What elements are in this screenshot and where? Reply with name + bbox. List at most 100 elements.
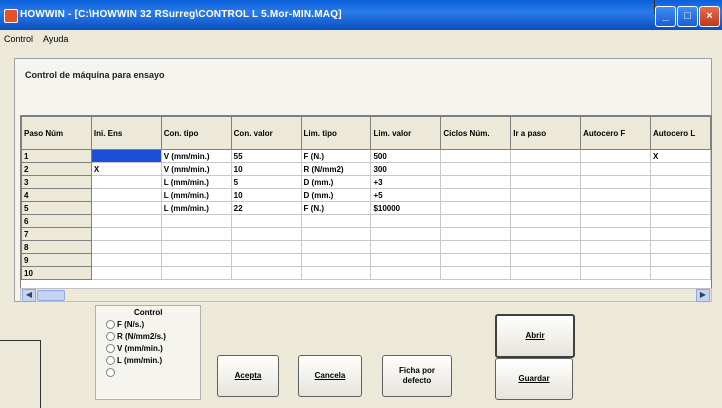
col-header-ciclos-num[interactable]: Ciclos Núm. [440, 116, 512, 150]
cell-ir-a-paso[interactable] [510, 253, 582, 267]
cell-con-tipo[interactable]: V (mm/min.) [160, 149, 232, 163]
table-row[interactable]: 5 L (mm/min.) 22 F (N.) $10000 [21, 201, 711, 215]
radio-control-l[interactable]: L (mm/min.) [106, 356, 162, 366]
radio-control-v[interactable]: V (mm/min.) [106, 344, 163, 354]
cell-autocero-l[interactable] [650, 188, 711, 202]
cell-ciclos-num[interactable] [440, 240, 512, 254]
row-header-cell[interactable]: 10 [21, 266, 92, 280]
cell-con-valor[interactable]: 10 [230, 162, 302, 176]
cell-ini-ens[interactable] [90, 214, 162, 228]
cell-autocero-l[interactable] [650, 214, 711, 228]
cell-ini-ens[interactable] [90, 149, 162, 163]
col-header-lim-valor[interactable]: Lim. valor [370, 116, 442, 150]
cell-autocero-f[interactable] [580, 201, 651, 215]
cell-lim-valor[interactable] [370, 227, 442, 241]
cell-ciclos-num[interactable] [440, 162, 512, 176]
cell-lim-tipo[interactable]: D (mm.) [300, 175, 372, 189]
row-header-cell[interactable]: 2 [21, 162, 92, 176]
radio-control-r[interactable]: R (N/mm2/s.) [106, 332, 166, 342]
cell-lim-tipo[interactable] [300, 253, 372, 267]
cell-ciclos-num[interactable] [440, 188, 512, 202]
cell-lim-tipo[interactable] [300, 214, 372, 228]
close-button[interactable]: × [699, 6, 720, 27]
table-row[interactable]: 3 L (mm/min.) 5 D (mm.) +3 [21, 175, 711, 189]
scroll-thumb[interactable] [37, 290, 65, 301]
scroll-left-arrow-icon[interactable]: ◀ [22, 289, 36, 302]
cell-autocero-l[interactable] [650, 201, 711, 215]
cell-ir-a-paso[interactable] [510, 201, 582, 215]
cell-ir-a-paso[interactable] [510, 227, 582, 241]
cell-con-valor[interactable] [230, 214, 302, 228]
cell-ciclos-num[interactable] [440, 201, 512, 215]
cell-con-valor[interactable] [230, 266, 302, 280]
table-row[interactable]: 4 L (mm/min.) 10 D (mm.) +5 [21, 188, 711, 202]
cell-ir-a-paso[interactable] [510, 188, 582, 202]
cell-ciclos-num[interactable] [440, 253, 512, 267]
cell-ciclos-num[interactable] [440, 266, 512, 280]
cell-ini-ens[interactable] [90, 201, 162, 215]
radio-control-f[interactable]: F (N/s.) [106, 320, 144, 330]
row-header-cell[interactable]: 6 [21, 214, 92, 228]
cell-con-tipo[interactable]: L (mm/min.) [160, 201, 232, 215]
ficha-por-defecto-button[interactable]: Ficha por defecto [382, 355, 452, 397]
table-row[interactable]: 10 [21, 266, 711, 280]
cell-autocero-l[interactable] [650, 266, 711, 280]
cell-con-valor[interactable]: 5 [230, 175, 302, 189]
cell-con-valor[interactable] [230, 240, 302, 254]
maximize-button[interactable]: □ [677, 6, 698, 27]
cell-ir-a-paso[interactable] [510, 175, 582, 189]
table-row[interactable]: 1 V (mm/min.) 55 F (N.) 500 X [21, 149, 711, 163]
steps-grid[interactable]: Paso Núm Ini. Ens Con. tipo Con. valor L… [20, 115, 712, 289]
cell-autocero-f[interactable] [580, 266, 651, 280]
cell-con-tipo[interactable] [160, 266, 232, 280]
cell-ciclos-num[interactable] [440, 149, 512, 163]
row-header-cell[interactable]: 8 [21, 240, 92, 254]
cell-autocero-f[interactable] [580, 188, 651, 202]
col-header-autocero-f[interactable]: Autocero F [580, 116, 651, 150]
table-row[interactable]: 9 [21, 253, 711, 267]
cell-con-valor[interactable] [230, 253, 302, 267]
cell-ini-ens[interactable] [90, 175, 162, 189]
cell-lim-valor[interactable] [370, 240, 442, 254]
row-header-cell[interactable]: 3 [21, 175, 92, 189]
cell-lim-tipo[interactable] [300, 266, 372, 280]
cell-ir-a-paso[interactable] [510, 214, 582, 228]
cell-ini-ens[interactable] [90, 240, 162, 254]
cell-autocero-f[interactable] [580, 162, 651, 176]
table-row[interactable]: 7 [21, 227, 711, 241]
cell-lim-valor[interactable] [370, 266, 442, 280]
cell-lim-tipo[interactable] [300, 227, 372, 241]
cell-autocero-f[interactable] [580, 175, 651, 189]
cell-autocero-f[interactable] [580, 227, 651, 241]
cell-con-valor[interactable]: 22 [230, 201, 302, 215]
horizontal-scrollbar[interactable]: ◀ ▶ [20, 288, 712, 302]
row-header-cell[interactable]: 4 [21, 188, 92, 202]
title-bar[interactable]: HOWWIN - [C:\HOWWIN 32 RSurreg\CONTROL L… [0, 0, 722, 30]
cell-lim-valor[interactable] [370, 214, 442, 228]
cell-autocero-l[interactable] [650, 227, 711, 241]
col-header-ir-a-paso[interactable]: Ir a paso [510, 116, 582, 150]
acepta-button[interactable]: Acepta [217, 355, 279, 397]
col-header-con-tipo[interactable]: Con. tipo [160, 116, 232, 150]
cell-con-tipo[interactable] [160, 214, 232, 228]
cell-con-valor[interactable]: 55 [230, 149, 302, 163]
table-row[interactable]: 6 [21, 214, 711, 228]
menu-control[interactable]: Control [4, 34, 33, 44]
col-header-lim-tipo[interactable]: Lim. tipo [300, 116, 372, 150]
cell-con-tipo[interactable]: L (mm/min.) [160, 188, 232, 202]
row-header-cell[interactable]: 5 [21, 201, 92, 215]
cell-ini-ens[interactable] [90, 227, 162, 241]
table-row[interactable]: 8 [21, 240, 711, 254]
cell-ir-a-paso[interactable] [510, 266, 582, 280]
cell-lim-valor[interactable]: +3 [370, 175, 442, 189]
cell-autocero-f[interactable] [580, 253, 651, 267]
col-header-autocero-l[interactable]: Autocero L [650, 116, 711, 150]
cell-ciclos-num[interactable] [440, 227, 512, 241]
cell-con-tipo[interactable]: L (mm/min.) [160, 175, 232, 189]
row-header-cell[interactable]: 9 [21, 253, 92, 267]
cell-autocero-l[interactable]: X [650, 149, 711, 163]
cell-lim-valor[interactable]: $10000 [370, 201, 442, 215]
cell-autocero-l[interactable] [650, 162, 711, 176]
radio-control-none[interactable] [106, 368, 117, 378]
guardar-button[interactable]: Guardar [495, 358, 573, 400]
